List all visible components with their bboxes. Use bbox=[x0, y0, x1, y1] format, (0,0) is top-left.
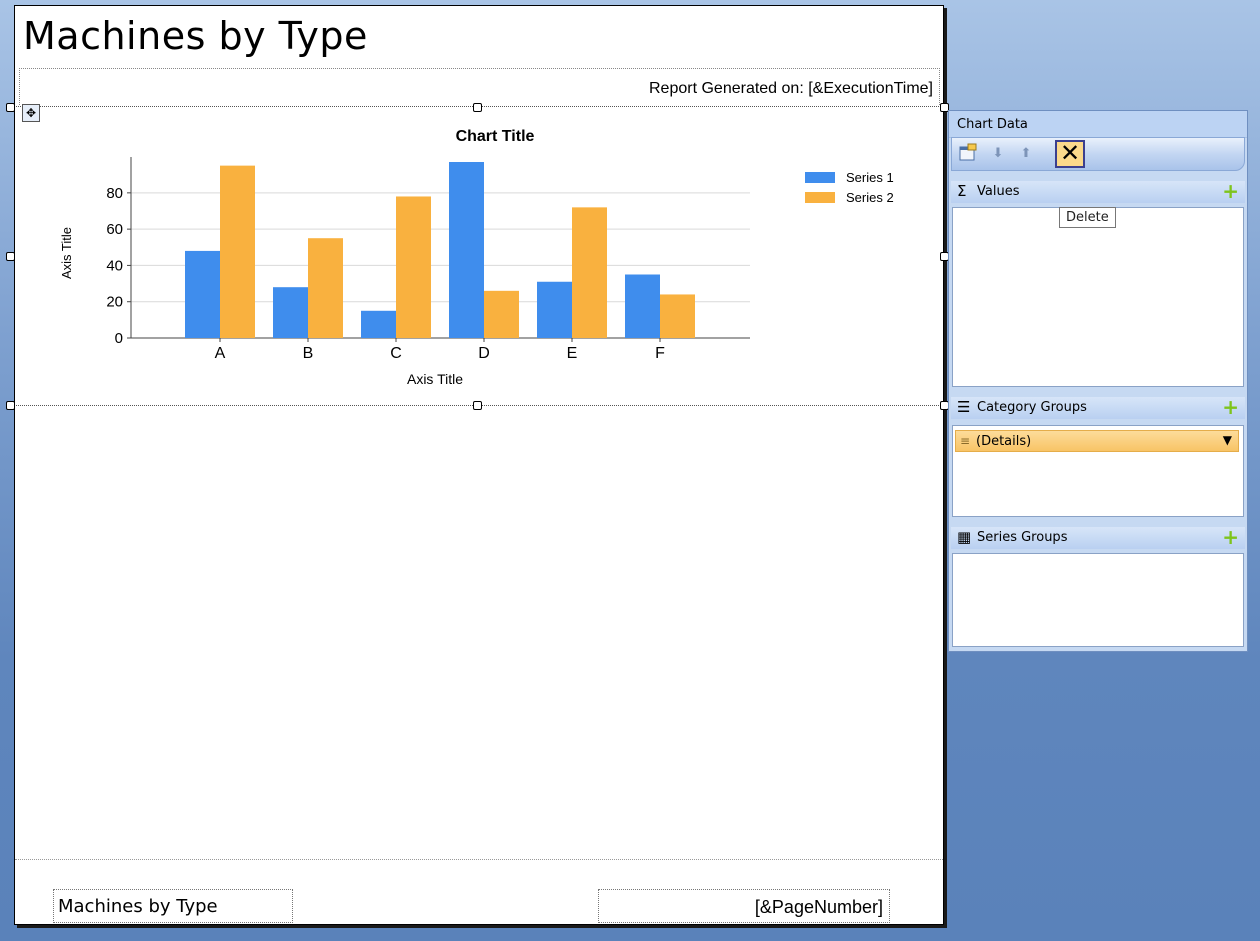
bar-f-s1 bbox=[625, 274, 660, 338]
table-icon: ▦ bbox=[957, 528, 972, 546]
bar-d-s1 bbox=[449, 162, 484, 338]
bar-c-s1 bbox=[361, 310, 396, 338]
values-header: Σ Values + bbox=[951, 181, 1245, 203]
category-groups-header: ☰ Category Groups + bbox=[951, 397, 1245, 419]
close-icon: ✕ bbox=[1059, 139, 1081, 167]
y-tick-label: 20 bbox=[106, 294, 123, 311]
series-groups-header: ▦ Series Groups + bbox=[951, 527, 1245, 549]
bar-d-s2 bbox=[484, 290, 519, 338]
bar-b-s2 bbox=[308, 238, 343, 338]
x-tick-label: C bbox=[390, 345, 402, 362]
y-tick-label: 60 bbox=[106, 221, 123, 238]
report-page: Machines by Type Report Generated on: [&… bbox=[6, 5, 949, 925]
category-groups-list[interactable]: ≡ (Details) ▼ bbox=[952, 425, 1244, 517]
chart-title[interactable]: Chart Title bbox=[456, 128, 535, 145]
generated-label: Report Generated on: [&ExecutionTime] bbox=[649, 80, 933, 97]
y-axis-title[interactable]: Axis Title bbox=[59, 227, 74, 279]
y-tick-label: 80 bbox=[106, 185, 123, 202]
list-icon: ☰ bbox=[957, 398, 971, 416]
y-tick-label: 0 bbox=[115, 330, 123, 347]
bar-a-s2 bbox=[220, 165, 255, 338]
details-label: (Details) bbox=[976, 434, 1032, 449]
add-series-group-icon[interactable]: + bbox=[1222, 527, 1239, 547]
report-title[interactable]: Machines by Type bbox=[23, 14, 368, 58]
delete-button[interactable]: ✕ bbox=[1055, 140, 1085, 168]
bar-e-s2 bbox=[572, 207, 607, 338]
panel-header: Chart Data bbox=[949, 111, 1247, 138]
panel-title: Chart Data bbox=[957, 117, 1028, 132]
move-up-icon[interactable]: ⬆ bbox=[1014, 142, 1038, 166]
bar-f-s2 bbox=[660, 294, 695, 338]
bar-b-s1 bbox=[273, 287, 308, 338]
generated-textbox[interactable]: Report Generated on: [&ExecutionTime] bbox=[19, 68, 940, 105]
page-footer-divider bbox=[15, 859, 943, 860]
legend-label: Series 2 bbox=[846, 190, 894, 205]
series-groups-list[interactable] bbox=[952, 553, 1244, 647]
properties-icon[interactable] bbox=[956, 142, 980, 166]
x-tick-label: E bbox=[567, 345, 578, 362]
bar-chart[interactable]: Chart Title Axis Title Axis Title 0 20 40 6… bbox=[10, 107, 945, 405]
sigma-icon: Σ bbox=[957, 182, 967, 200]
y-tick-label: 40 bbox=[106, 257, 123, 274]
x-tick-label: B bbox=[303, 345, 314, 362]
legend-swatch bbox=[805, 172, 835, 183]
grip-icon: ≡ bbox=[960, 434, 971, 448]
add-value-icon[interactable]: + bbox=[1222, 181, 1239, 201]
add-category-group-icon[interactable]: + bbox=[1222, 397, 1239, 417]
bar-c-s2 bbox=[396, 196, 431, 338]
category-details-item[interactable]: ≡ (Details) ▼ bbox=[955, 430, 1239, 452]
x-axis-title[interactable]: Axis Title bbox=[407, 371, 463, 387]
footer-page-number[interactable]: [&PageNumber] bbox=[598, 889, 890, 923]
chevron-down-icon[interactable]: ▼ bbox=[1223, 433, 1232, 447]
x-tick-label: A bbox=[215, 345, 226, 362]
values-label: Values bbox=[977, 184, 1020, 199]
legend-label: Series 1 bbox=[846, 170, 894, 185]
footer-title-textbox[interactable]: Machines by Type bbox=[53, 889, 293, 923]
bar-a-s1 bbox=[185, 250, 220, 338]
bar-e-s1 bbox=[537, 281, 572, 338]
series-groups-label: Series Groups bbox=[977, 530, 1068, 545]
x-tick-label: F bbox=[655, 345, 665, 362]
x-tick-label: D bbox=[478, 345, 490, 362]
legend-swatch bbox=[805, 192, 835, 203]
move-down-icon[interactable]: ⬇ bbox=[986, 142, 1010, 166]
panel-toolbar: ⬇ ⬆ ✕ bbox=[951, 137, 1245, 171]
values-list[interactable] bbox=[952, 207, 1244, 387]
chart-region[interactable]: ✥ Chart Title Axis Title Axis Title 0 20 4… bbox=[6, 103, 949, 410]
delete-tooltip: Delete bbox=[1059, 207, 1116, 228]
chart-data-panel: Chart Data ⬇ ⬆ ✕ Σ Values + Delete ☰ Cat… bbox=[948, 110, 1248, 652]
category-groups-label: Category Groups bbox=[977, 400, 1087, 415]
